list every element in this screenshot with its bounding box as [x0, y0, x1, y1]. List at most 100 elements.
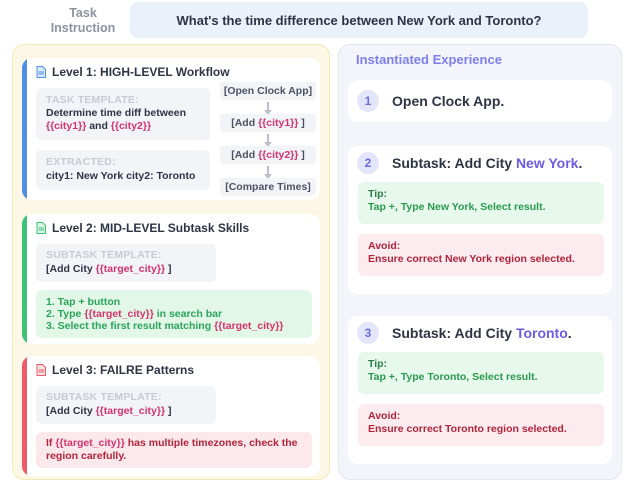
step-3-title: Subtask: Add City Toronto. — [392, 325, 572, 341]
failure-pre: If — [46, 437, 53, 449]
task-instruction-text: What's the time difference between New Y… — [176, 12, 542, 28]
document-icon — [36, 364, 46, 376]
step-2-title: Subtask: Add City New York. — [392, 155, 582, 171]
step-2-avoid-text: Ensure correct New York region selected. — [368, 253, 575, 265]
step-1-number: 1 — [357, 90, 379, 112]
step-2-avoid-label: Avoid: — [368, 240, 401, 252]
step-3-title-pre: Subtask: Add City — [392, 325, 513, 341]
skill-step-1: 1. Tap + button — [46, 296, 120, 308]
level2-template-var: {{target_city}} — [95, 263, 166, 275]
skill-step-2-pre: 2. Type — [46, 308, 82, 320]
step-3-tip-label: Tip: — [368, 358, 388, 370]
level3-template-text: [Add City {{target_city}} ] — [46, 405, 171, 418]
level3-template-var: {{target_city}} — [95, 405, 166, 417]
template-and: and — [89, 120, 108, 132]
flow-compare-times: [Compare Times] — [220, 178, 316, 196]
skill-step-1-text: 1. Tap + button — [46, 296, 121, 308]
step-2-tip-label: Tip: — [368, 188, 388, 200]
level3-title: Level 3: FAILRE Patterns — [36, 363, 194, 377]
step-3-avoid-box: Avoid: Ensure correct Toronto region sel… — [358, 404, 604, 446]
step-3-tip-text: Tap +, Type Toronto, Select result. — [368, 371, 538, 383]
level2-template-pre: [Add City — [46, 263, 93, 275]
level2-accent-bar — [22, 214, 27, 344]
experience-title: Instantiated Experience — [356, 52, 502, 67]
level3-card: Level 3: FAILRE Patterns SUBTASK TEMPLAT… — [22, 356, 320, 476]
level3-subtask-template-box: SUBTASK TEMPLATE: [Add City {{target_cit… — [36, 386, 216, 424]
step-2-tip-text: Tap +, Type New York, Select result. — [368, 201, 546, 213]
level2-template-label: SUBTASK TEMPLATE: — [46, 249, 162, 261]
level3-template-label: SUBTASK TEMPLATE: — [46, 391, 162, 403]
failure-var: {{target_city}} — [55, 437, 125, 449]
flow-step4-text: [Compare Times] — [225, 181, 311, 193]
step-2-city: New York — [515, 155, 579, 171]
step-3-tip-box: Tip: Tap +, Type Toronto, Select result. — [358, 352, 604, 394]
flow-open-clock-app: [Open Clock App] — [220, 82, 316, 100]
flow-step3-pre: [Add — [231, 149, 256, 161]
skill-step-2-var: {{target_city}} — [84, 308, 154, 320]
level2-card: Level 2: MID-LEVEL Subtask Skills SUBTAS… — [22, 214, 320, 344]
skill-steps-box: 1. Tap + button 2. Type {{target_city}} … — [36, 290, 312, 338]
skill-step-2: 2. Type {{target_city}} in search bar — [46, 308, 222, 320]
flow-add-city2: [Add {{city2}} ] — [220, 146, 316, 164]
level3-title-text: Level 3: FAILRE Patterns — [52, 363, 195, 377]
task-template-label: TASK TEMPLATE: — [46, 94, 139, 106]
step-2-tip-box: Tip: Tap +, Type New York, Select result… — [358, 182, 604, 224]
extracted-label: EXTRACTED: — [46, 156, 116, 168]
step-2-title-pre: Subtask: Add City — [392, 155, 513, 171]
level3-accent-bar — [22, 356, 27, 476]
task-template-main: Determine time diff between — [46, 107, 187, 119]
city2-variable: {{city2}} — [110, 120, 152, 132]
flow-step2-post: ] — [301, 117, 305, 129]
flow-arrow-3 — [264, 166, 272, 179]
level1-title-text: Level 1: HIGH-LEVEL Workflow — [52, 65, 230, 79]
skill-step-3: 3. Select the first result matching {{ta… — [46, 320, 284, 332]
flow-step3-var: {{city2}} — [258, 149, 299, 161]
level2-title-text: Level 2: MID-LEVEL Subtask Skills — [52, 221, 250, 235]
task-label-line2: Instruction — [50, 21, 116, 35]
failure-pattern-box: If {{target_city}} has multiple timezone… — [36, 432, 312, 468]
step-3-avoid-text: Ensure correct Toronto region selected. — [368, 423, 567, 435]
task-label-line1: Task — [69, 6, 97, 20]
level1-accent-bar — [22, 58, 27, 200]
step-3-city: Toronto — [515, 325, 568, 341]
task-instruction-label: Task Instruction — [50, 6, 116, 36]
extracted-box: EXTRACTED: city1: New York city2: Toront… — [36, 150, 210, 190]
step-3-title-post: . — [567, 325, 572, 341]
step-2-card: 2 Subtask: Add City New York. Tip: Tap +… — [348, 146, 612, 294]
failure-pattern-line1: If {{target_city}} has multiple timezone… — [46, 437, 298, 450]
city1-variable: {{city1}} — [46, 120, 87, 132]
level3-template-post: ] — [167, 405, 172, 417]
flow-step3-post: ] — [301, 149, 305, 161]
flow-add-city1: [Add {{city1}} ] — [220, 114, 316, 132]
document-icon — [36, 222, 46, 234]
flow-arrow-2 — [264, 134, 272, 147]
failure-post: has multiple timezones, check the — [127, 437, 298, 449]
skill-step-3-var: {{target_city}} — [214, 320, 284, 332]
step-1-title: Open Clock App. — [392, 93, 505, 109]
step-2-avoid-box: Avoid: Ensure correct New York region se… — [358, 234, 604, 276]
level2-template-post: ] — [167, 263, 172, 275]
step-2-title-post: . — [578, 155, 583, 171]
step-3-avoid-label: Avoid: — [368, 410, 401, 422]
skill-step-3-pre: 3. Select the first result matching — [46, 320, 212, 332]
task-template-box: TASK TEMPLATE: Determine time diff betwe… — [36, 88, 210, 140]
step-3-card: 3 Subtask: Add City Toronto. Tip: Tap +,… — [348, 316, 612, 464]
level1-card: Level 1: HIGH-LEVEL Workflow TASK TEMPLA… — [22, 58, 320, 200]
level3-template-pre: [Add City — [46, 405, 93, 417]
level2-template-text: [Add City {{target_city}} ] — [46, 263, 171, 276]
failure-pattern-line2: region carefully. — [46, 450, 127, 462]
flow-step2-pre: [Add — [231, 117, 256, 129]
step-2-number: 2 — [357, 152, 379, 174]
level1-title: Level 1: HIGH-LEVEL Workflow — [36, 65, 230, 79]
step-1-card: 1 Open Clock App. — [348, 80, 612, 122]
document-icon — [36, 66, 46, 78]
step-3-number: 3 — [357, 322, 379, 344]
skill-step-2-post: in search bar — [156, 308, 223, 320]
level2-subtask-template-box: SUBTASK TEMPLATE: [Add City {{target_cit… — [36, 244, 216, 282]
task-template-text: Determine time diff between {{city1}} an… — [46, 107, 206, 133]
flow-step1-text: [Open Clock App] — [223, 85, 313, 97]
flow-step2-var: {{city1}} — [258, 117, 299, 129]
level2-title: Level 2: MID-LEVEL Subtask Skills — [36, 221, 249, 235]
extracted-values: city1: New York city2: Toronto — [46, 170, 196, 182]
task-instruction-box: What's the time difference between New Y… — [130, 2, 588, 38]
